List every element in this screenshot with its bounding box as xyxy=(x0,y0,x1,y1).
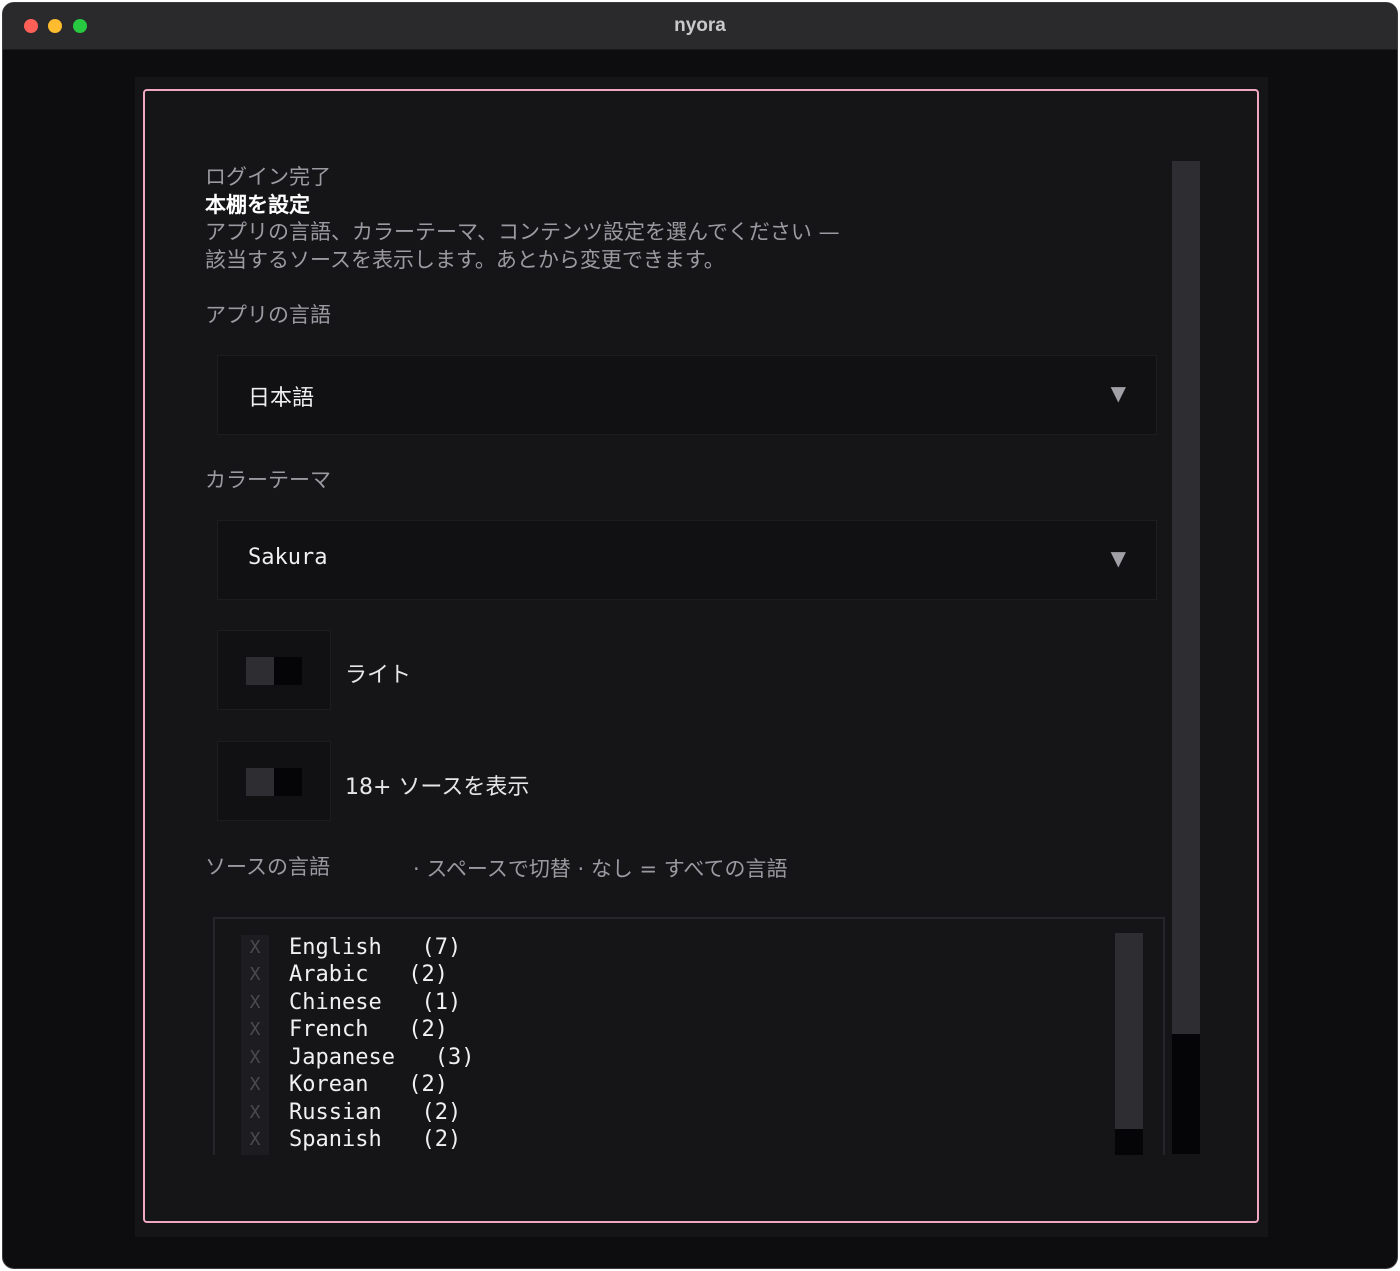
color-theme-value: Sakura xyxy=(248,545,328,570)
language-count: (7) xyxy=(421,935,462,960)
scrollbar-thumb[interactable] xyxy=(1115,1129,1143,1155)
description-line-2: 該当するソースを表示します。あとから変更できます。 xyxy=(205,248,725,272)
app-window: nyora ログイン完了 本棚を設定 アプリの言語、カラーテーマ、コンテンツ設定… xyxy=(2,2,1398,1269)
checkbox[interactable]: X xyxy=(241,1127,269,1155)
language-count: (2) xyxy=(408,1017,448,1042)
language-item-spanish[interactable]: X Spanish (2) xyxy=(241,1127,462,1155)
scrollbar-thumb[interactable] xyxy=(1172,1034,1200,1154)
checkbox[interactable]: X xyxy=(241,1017,269,1045)
language-list-scrollbar[interactable] xyxy=(1115,933,1143,1155)
adult-sources-label: 18+ ソースを表示 xyxy=(345,775,530,800)
login-status: ログイン完了 xyxy=(205,165,331,189)
checkbox[interactable]: X xyxy=(241,962,269,990)
source-languages-label: ソースの言語 xyxy=(205,855,330,879)
description-line-1: アプリの言語、カラーテーマ、コンテンツ設定を選んでください — xyxy=(205,220,840,244)
language-count: (2) xyxy=(408,962,448,987)
checkbox[interactable]: X xyxy=(241,1072,269,1100)
checkbox[interactable]: X xyxy=(241,990,269,1018)
language-item-japanese[interactable]: X Japanese (3) xyxy=(241,1045,475,1073)
app-language-dropdown[interactable]: 日本語 ▼ xyxy=(217,355,1157,435)
terminal-area: ログイン完了 本棚を設定 アプリの言語、カラーテーマ、コンテンツ設定を選んでくだ… xyxy=(135,77,1268,1237)
page-title: 本棚を設定 xyxy=(205,193,310,217)
language-name: English xyxy=(289,935,382,960)
dropdown-arrow-icon: ▼ xyxy=(1110,381,1126,405)
language-count: (2) xyxy=(421,1127,462,1152)
language-item-arabic[interactable]: X Arabic (2) xyxy=(241,962,448,990)
toggle-switch-icon xyxy=(246,768,302,796)
light-mode-label: ライト xyxy=(345,663,412,688)
language-name: Chinese xyxy=(289,990,382,1015)
language-count: (2) xyxy=(421,1100,462,1125)
language-name: French xyxy=(289,1017,369,1042)
toggle-switch-icon xyxy=(246,657,302,685)
dropdown-arrow-icon: ▼ xyxy=(1110,546,1126,570)
language-name: Spanish xyxy=(289,1127,382,1152)
checkbox[interactable]: X xyxy=(241,1045,269,1073)
app-language-value: 日本語 xyxy=(248,386,315,411)
source-language-list[interactable]: X English (7) X Arabic (2) X Chinese (1) XF… xyxy=(213,917,1165,1155)
checkbox[interactable]: X xyxy=(241,935,269,963)
language-item-chinese[interactable]: X Chinese (1) xyxy=(241,990,462,1018)
language-name: Korean xyxy=(289,1072,369,1097)
language-item-russian[interactable]: X Russian (2) xyxy=(241,1100,462,1128)
adult-sources-toggle[interactable] xyxy=(217,741,331,821)
language-count: (2) xyxy=(408,1072,448,1097)
color-theme-dropdown[interactable]: Sakura ▼ xyxy=(217,520,1157,600)
language-count: (1) xyxy=(421,990,462,1015)
app-language-label: アプリの言語 xyxy=(205,303,331,327)
source-languages-hint: · スペースで切替 · なし = すべての言語 xyxy=(413,857,788,881)
language-name: Russian xyxy=(289,1100,382,1125)
language-item-french[interactable]: X French (2) xyxy=(241,1017,448,1045)
language-count: (3) xyxy=(434,1045,475,1070)
language-item-korean[interactable]: X Korean (2) xyxy=(241,1072,448,1100)
language-name: Arabic xyxy=(289,962,369,987)
page-scrollbar[interactable] xyxy=(1172,161,1200,1154)
title-bar: nyora xyxy=(3,3,1397,50)
window-title: nyora xyxy=(674,15,726,36)
checkbox[interactable]: X xyxy=(241,1100,269,1128)
language-name: Japanese xyxy=(289,1045,395,1070)
language-item-english[interactable]: X English (7) xyxy=(241,935,462,963)
color-theme-label: カラーテーマ xyxy=(205,468,331,492)
light-mode-toggle[interactable] xyxy=(217,630,331,710)
